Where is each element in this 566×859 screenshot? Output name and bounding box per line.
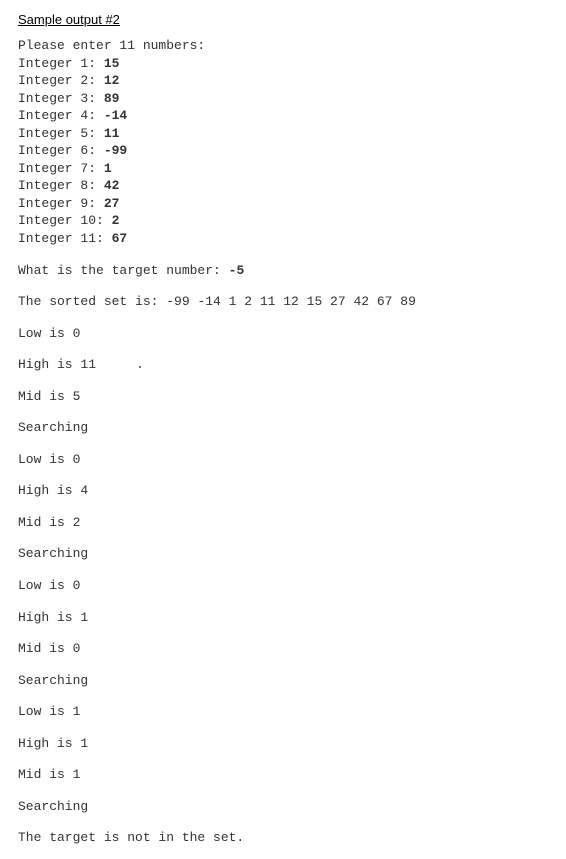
integer-line: Integer 5: 11 xyxy=(18,125,548,143)
integer-value: -14 xyxy=(104,108,127,123)
trace-text: Searching xyxy=(18,673,88,688)
inputs-list: Integer 1: 15Integer 2: 12Integer 3: 89I… xyxy=(18,55,548,248)
integer-value: 15 xyxy=(104,56,120,71)
sorted-values: -99 -14 1 2 11 12 15 27 42 67 89 xyxy=(166,294,416,309)
cursor-dot: . xyxy=(136,357,144,372)
integer-label: Integer 5: xyxy=(18,126,104,141)
integer-line: Integer 3: 89 xyxy=(18,90,548,108)
integer-value: 2 xyxy=(112,213,120,228)
integer-line: Integer 4: -14 xyxy=(18,107,548,125)
sample-heading: Sample output #2 xyxy=(18,12,548,27)
trace-line: High is 1 xyxy=(18,735,548,753)
integer-line: Integer 8: 42 xyxy=(18,177,548,195)
integer-label: Integer 6: xyxy=(18,143,104,158)
trace-text: High is 1 xyxy=(18,736,88,751)
integer-value: 11 xyxy=(104,126,120,141)
trace-text: Low is 0 xyxy=(18,326,80,341)
sorted-label: The sorted set is: xyxy=(18,294,166,309)
integer-line: Integer 11: 67 xyxy=(18,230,548,248)
trace-text: Mid is 1 xyxy=(18,767,80,782)
integer-value: 1 xyxy=(104,161,112,176)
trace-line: Searching xyxy=(18,798,548,816)
trace-line: Low is 0 xyxy=(18,451,548,469)
integer-value: 42 xyxy=(104,178,120,193)
integer-line: Integer 2: 12 xyxy=(18,72,548,90)
integer-line: Integer 6: -99 xyxy=(18,142,548,160)
trace-line: Mid is 0 xyxy=(18,640,548,658)
trace-text: Mid is 2 xyxy=(18,515,80,530)
trace-text: Searching xyxy=(18,420,88,435)
integer-value: 89 xyxy=(104,91,120,106)
integer-value: -99 xyxy=(104,143,127,158)
trace-line: Searching xyxy=(18,545,548,563)
trace-line: High is 1 xyxy=(18,609,548,627)
trace-text: Mid is 0 xyxy=(18,641,80,656)
target-label: What is the target number: xyxy=(18,263,229,278)
integer-value: 27 xyxy=(104,196,120,211)
sorted-line: The sorted set is: -99 -14 1 2 11 12 15 … xyxy=(18,293,548,311)
trace-line: High is 4 xyxy=(18,482,548,500)
prompt-enter: Please enter 11 numbers: xyxy=(18,37,548,55)
trace-text: Mid is 5 xyxy=(18,389,80,404)
integer-label: Integer 2: xyxy=(18,73,104,88)
trace-text: High is 11 xyxy=(18,357,96,372)
trace-line: The target is not in the set. xyxy=(18,829,548,847)
trace-line: High is 11. xyxy=(18,356,548,374)
target-line: What is the target number: -5 xyxy=(18,262,548,280)
integer-label: Integer 11: xyxy=(18,231,112,246)
target-value: -5 xyxy=(229,263,245,278)
integer-label: Integer 10: xyxy=(18,213,112,228)
trace-text: Searching xyxy=(18,799,88,814)
trace-line: Mid is 2 xyxy=(18,514,548,532)
integer-value: 67 xyxy=(112,231,128,246)
trace-line: Searching xyxy=(18,419,548,437)
trace-text: Low is 0 xyxy=(18,452,80,467)
integer-value: 12 xyxy=(104,73,120,88)
trace-text: High is 4 xyxy=(18,483,88,498)
integer-line: Integer 9: 27 xyxy=(18,195,548,213)
trace-line: Low is 1 xyxy=(18,703,548,721)
integer-label: Integer 9: xyxy=(18,196,104,211)
trace-line: Mid is 1 xyxy=(18,766,548,784)
trace-text: Searching xyxy=(18,546,88,561)
trace-text: The target is not in the set. xyxy=(18,830,244,845)
integer-label: Integer 1: xyxy=(18,56,104,71)
trace-line: Mid is 5 xyxy=(18,388,548,406)
integer-line: Integer 7: 1 xyxy=(18,160,548,178)
integer-label: Integer 4: xyxy=(18,108,104,123)
trace-line: Low is 0 xyxy=(18,577,548,595)
trace-line: Low is 0 xyxy=(18,325,548,343)
trace-text: Low is 1 xyxy=(18,704,80,719)
integer-label: Integer 3: xyxy=(18,91,104,106)
integer-line: Integer 1: 15 xyxy=(18,55,548,73)
trace-text: Low is 0 xyxy=(18,578,80,593)
trace-text: High is 1 xyxy=(18,610,88,625)
trace-list: Low is 0 High is 11. Mid is 5 Searching Low … xyxy=(18,325,548,847)
integer-label: Integer 8: xyxy=(18,178,104,193)
integer-label: Integer 7: xyxy=(18,161,104,176)
trace-line: Searching xyxy=(18,672,548,690)
integer-line: Integer 10: 2 xyxy=(18,212,548,230)
